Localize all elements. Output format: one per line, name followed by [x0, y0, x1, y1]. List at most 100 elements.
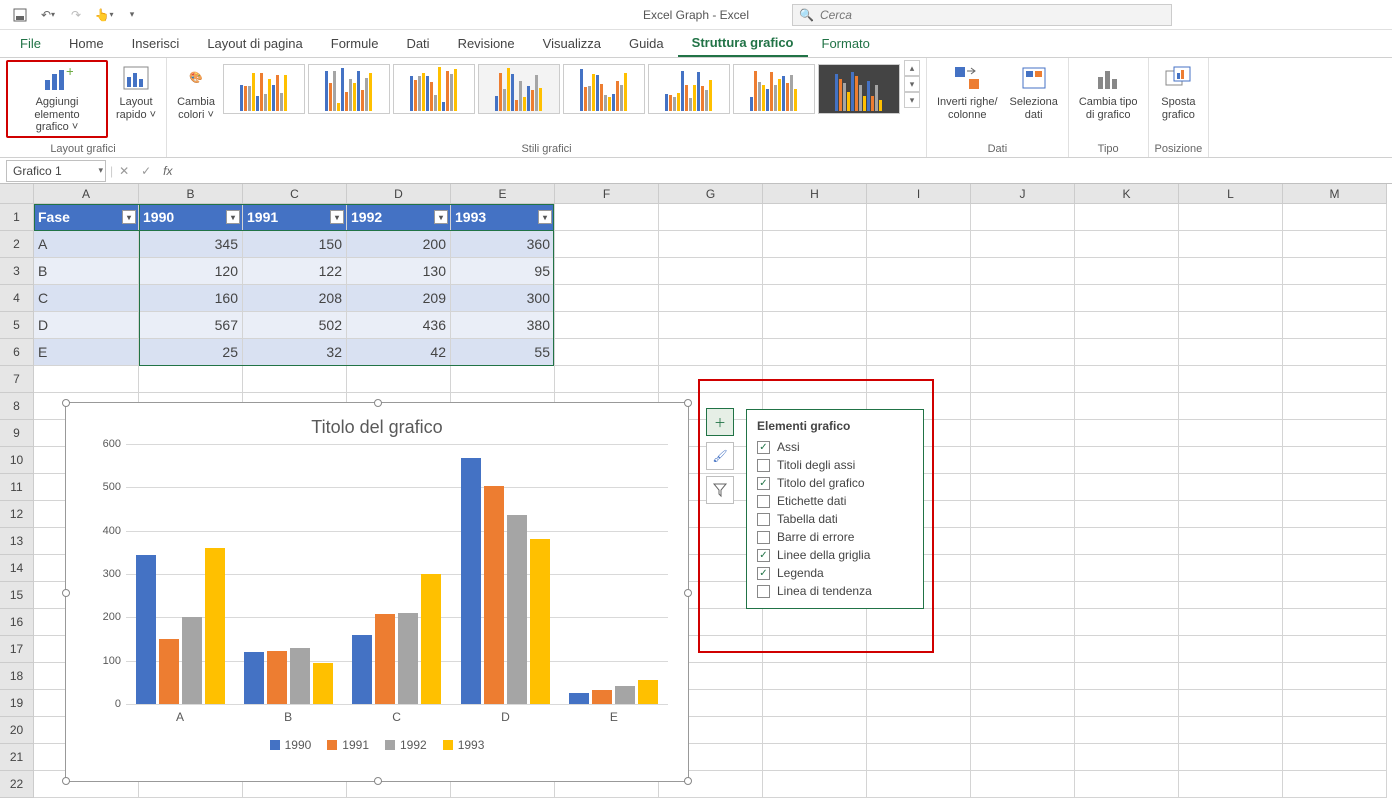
cell[interactable] — [867, 663, 971, 690]
filter-dropdown-icon[interactable]: ▾ — [538, 210, 552, 224]
chart-style-thumb[interactable] — [563, 64, 645, 114]
cell[interactable] — [1075, 582, 1179, 609]
bar[interactable] — [290, 648, 310, 704]
cell[interactable]: 380 — [451, 312, 555, 339]
row-header[interactable]: 8 — [0, 393, 34, 420]
cell[interactable] — [867, 744, 971, 771]
cell[interactable] — [971, 231, 1075, 258]
cell[interactable] — [1179, 771, 1283, 798]
cell[interactable] — [971, 285, 1075, 312]
legend-item[interactable]: 1991 — [327, 738, 369, 752]
save-icon[interactable] — [10, 5, 30, 25]
cell[interactable] — [1283, 636, 1387, 663]
legend-item[interactable]: 1992 — [385, 738, 427, 752]
bar[interactable] — [615, 686, 635, 704]
bar[interactable] — [375, 614, 395, 704]
cell[interactable]: 1992▾ — [347, 204, 451, 231]
row-header[interactable]: 22 — [0, 771, 34, 798]
tab-guida[interactable]: Guida — [615, 31, 678, 56]
row-header[interactable]: 5 — [0, 312, 34, 339]
tab-struttura-grafico[interactable]: Struttura grafico — [678, 30, 808, 57]
cell[interactable] — [1075, 474, 1179, 501]
bar[interactable] — [159, 639, 179, 704]
cell[interactable]: 120 — [139, 258, 243, 285]
cell[interactable] — [1179, 636, 1283, 663]
qat-dropdown-icon[interactable]: ▾ — [122, 5, 142, 25]
cell[interactable]: 32 — [243, 339, 347, 366]
cell[interactable] — [763, 312, 867, 339]
chart-element-option[interactable]: Linea di tendenza — [757, 582, 913, 600]
column-header[interactable]: I — [867, 184, 971, 204]
cell[interactable] — [971, 393, 1075, 420]
cell[interactable]: B — [34, 258, 139, 285]
cell[interactable] — [1283, 501, 1387, 528]
tab-formule[interactable]: Formule — [317, 31, 393, 56]
tab-home[interactable]: Home — [55, 31, 118, 56]
row-header[interactable]: 19 — [0, 690, 34, 717]
cell[interactable] — [1075, 528, 1179, 555]
column-header[interactable]: H — [763, 184, 867, 204]
cell[interactable] — [555, 231, 659, 258]
bar[interactable] — [569, 693, 589, 704]
cell[interactable]: 25 — [139, 339, 243, 366]
cell[interactable] — [1179, 231, 1283, 258]
cell[interactable] — [971, 447, 1075, 474]
name-box[interactable]: Grafico 1▾ — [6, 160, 106, 182]
cell[interactable] — [1283, 204, 1387, 231]
row-header[interactable]: 20 — [0, 717, 34, 744]
cell[interactable] — [1283, 285, 1387, 312]
cell[interactable] — [971, 312, 1075, 339]
confirm-formula-icon[interactable]: ✓ — [135, 164, 157, 178]
cell[interactable] — [763, 717, 867, 744]
cell[interactable] — [1179, 528, 1283, 555]
chart-style-thumb[interactable] — [648, 64, 730, 114]
column-header[interactable]: E — [451, 184, 555, 204]
chart-element-option[interactable]: ✓Linee della griglia — [757, 546, 913, 564]
cell[interactable] — [1179, 582, 1283, 609]
cell[interactable] — [971, 528, 1075, 555]
cell[interactable] — [763, 231, 867, 258]
add-chart-element-button[interactable]: + Aggiungi elemento grafico ˅ — [6, 60, 108, 138]
cell[interactable] — [867, 771, 971, 798]
change-chart-type-button[interactable]: Cambia tipo di grafico — [1075, 60, 1142, 123]
chart-element-option[interactable]: ✓Titolo del grafico — [757, 474, 913, 492]
cell[interactable]: 42 — [347, 339, 451, 366]
tab-revisione[interactable]: Revisione — [444, 31, 529, 56]
cell[interactable] — [1179, 555, 1283, 582]
bar[interactable] — [398, 613, 418, 704]
row-header[interactable]: 14 — [0, 555, 34, 582]
cell[interactable]: A — [34, 231, 139, 258]
tab-inserisci[interactable]: Inserisci — [118, 31, 194, 56]
tab-file[interactable]: File — [6, 31, 55, 56]
chart-object[interactable]: Titolo del grafico 0100200300400500600 A… — [65, 402, 689, 782]
switch-row-column-button[interactable]: Inverti righe/ colonne — [933, 60, 1002, 123]
cell[interactable] — [1179, 501, 1283, 528]
row-header[interactable]: 1 — [0, 204, 34, 231]
cell[interactable] — [971, 582, 1075, 609]
cell[interactable] — [1283, 420, 1387, 447]
cell[interactable] — [1075, 717, 1179, 744]
cell[interactable] — [451, 366, 555, 393]
cell[interactable] — [555, 339, 659, 366]
chart-legend[interactable]: 1990199119921993 — [66, 738, 688, 752]
column-header[interactable]: G — [659, 184, 763, 204]
cell[interactable] — [1179, 420, 1283, 447]
cell[interactable] — [867, 312, 971, 339]
cell[interactable] — [1283, 393, 1387, 420]
bar[interactable] — [638, 680, 658, 704]
worksheet-grid[interactable]: ABCDEFGHIJKLM 12345678910111213141516171… — [0, 184, 1392, 802]
cell[interactable] — [763, 204, 867, 231]
cell[interactable] — [1179, 609, 1283, 636]
cell[interactable] — [763, 744, 867, 771]
cell[interactable]: 95 — [451, 258, 555, 285]
cell[interactable] — [971, 609, 1075, 636]
cell[interactable]: 209 — [347, 285, 451, 312]
cell[interactable] — [763, 663, 867, 690]
chart-style-thumb[interactable] — [818, 64, 900, 114]
change-colors-button[interactable]: 🎨 Cambia colori ˅ — [173, 60, 219, 123]
cell[interactable]: 567 — [139, 312, 243, 339]
cell[interactable]: 502 — [243, 312, 347, 339]
cell[interactable] — [971, 474, 1075, 501]
cell[interactable] — [659, 312, 763, 339]
filter-dropdown-icon[interactable]: ▾ — [226, 210, 240, 224]
